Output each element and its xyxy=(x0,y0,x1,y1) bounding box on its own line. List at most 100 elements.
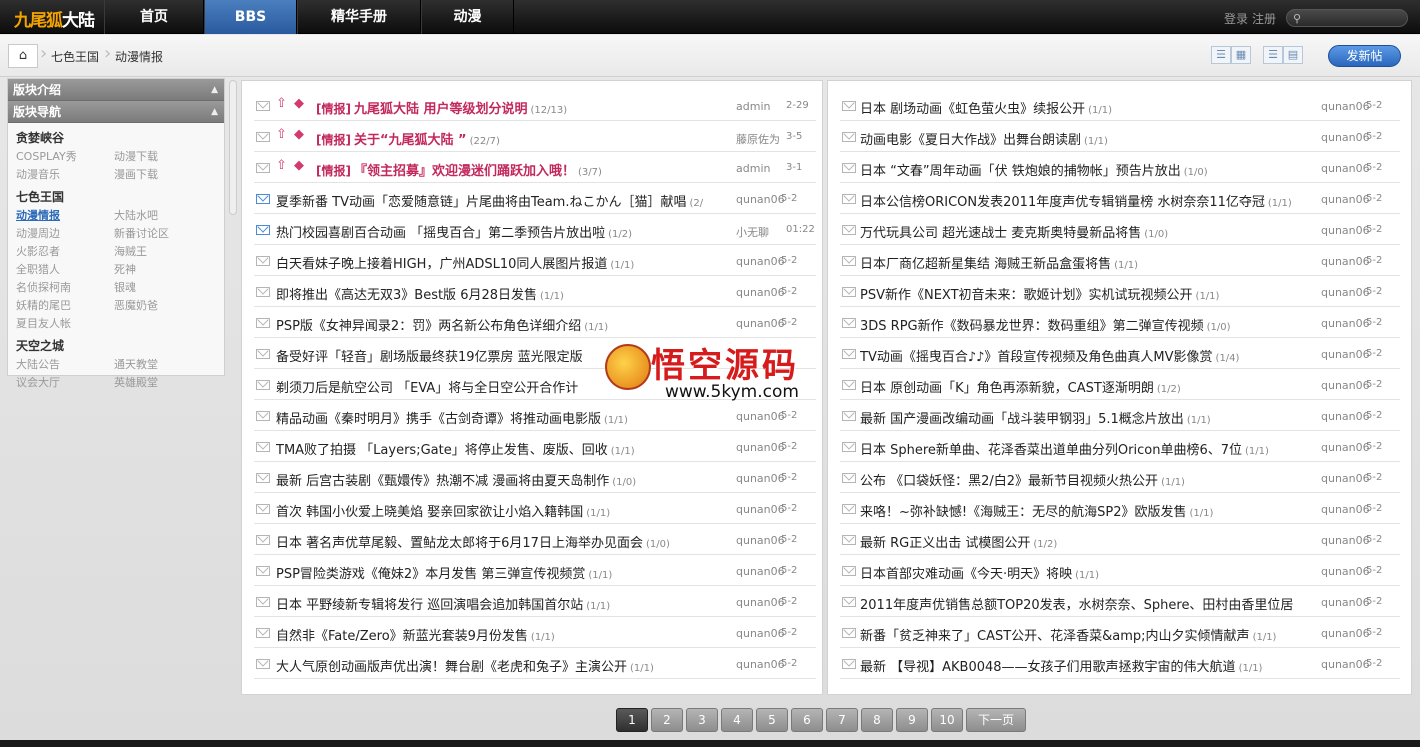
thread-row[interactable]: 即将推出《高达无双3》Best版 6月28日发售 (1/1) qunan06 5-2 xyxy=(254,276,816,307)
thread-title[interactable]: 日本首部灾难动画《今天·明天》将映 (1/1) xyxy=(860,563,1099,582)
thread-title[interactable]: 日本 Sphere新单曲、花泽香菜出道单曲分列Oricon单曲榜6、7位 (1/1… xyxy=(860,439,1269,458)
nav-handbook[interactable]: 精华手册 xyxy=(297,0,421,34)
single-column-icon[interactable]: ☰ xyxy=(1263,46,1283,64)
thread-row[interactable]: 3DS RPG新作《数码暴龙世界：数码重组》第二弹宣传视频 (1/0) qunan0… xyxy=(840,307,1400,338)
breadcrumb-item-board[interactable]: 动漫情报 xyxy=(115,48,163,65)
thread-row[interactable]: 日本 “文春”周年动画「伏 铁炮娘的捕物帐」预告片放出 (1/0) qunan06 5… xyxy=(840,152,1400,183)
thread-author[interactable]: qunan06 xyxy=(1321,658,1370,671)
sidebar-item[interactable]: 妖精的尾巴 xyxy=(16,297,114,313)
thread-author[interactable]: qunan06 xyxy=(736,286,785,299)
thread-title[interactable]: PSP版《女神异闻录2：罚》两名新公布角色详细介绍 (1/1) xyxy=(276,315,608,334)
thread-title[interactable]: 日本 著名声优草尾毅、置鲇龙太郎将于6月17日上海举办见面会 (1/0) xyxy=(276,532,670,551)
sidebar-item[interactable]: 火影忍者 xyxy=(16,243,114,259)
thread-title[interactable]: 精品动画《秦时明月》携手《古剑奇谭》将推动画电影版 (1/1) xyxy=(276,408,628,427)
thread-author[interactable]: qunan06 xyxy=(736,472,785,485)
thread-row[interactable]: 新番「贫乏神来了」CAST公开、花泽香菜&amp;内山夕实倾情献声 (1/1) qu… xyxy=(840,617,1400,648)
thread-author[interactable]: qunan06 xyxy=(1321,131,1370,144)
sidebar-splitter[interactable] xyxy=(229,80,237,215)
thread-author[interactable]: qunan06 xyxy=(736,441,785,454)
collapse-icon[interactable]: ▲ xyxy=(211,79,218,101)
thread-title[interactable]: 最新 【导视】AKB0048——女孩子们用歌声拯救宇宙的伟大航道 (1/1) xyxy=(860,656,1262,675)
page-button[interactable]: 1 xyxy=(616,708,648,732)
thread-title[interactable]: 公布 《口袋妖怪：黑2/白2》最新节目视频火热公开 (1/1) xyxy=(860,470,1185,489)
thread-author[interactable]: qunan06 xyxy=(1321,472,1370,485)
thread-author[interactable]: qunan06 xyxy=(736,317,785,330)
sidebar-item[interactable]: 名侦探柯南 xyxy=(16,279,114,295)
thread-row[interactable]: 最新 国产漫画改编动画「战斗装甲钢羽」5.1概念片放出 (1/1) qunan06 5… xyxy=(840,400,1400,431)
thread-title[interactable]: PSP冒险类游戏《俺妹2》本月发售 第三弹宣传视频赏 (1/1) xyxy=(276,563,612,582)
thread-row[interactable]: 动画电影《夏日大作战》出舞台朗读剧 (1/1) qunan06 5-2 xyxy=(840,121,1400,152)
thread-title[interactable]: [情报] 九尾狐大陆 用户等级划分说明 (12/13) xyxy=(316,98,567,117)
thread-row[interactable]: 首次 韩国小伙爱上晓美焰 娶亲回家欲让小焰入籍韩国 (1/1) qunan06 5-2 xyxy=(254,493,816,524)
sidebar-intro-header[interactable]: 版块介绍 ▲ xyxy=(8,79,224,101)
thread-title[interactable]: [情报] 『领主招募』欢迎漫迷们踊跃加入哦！ (3/7) xyxy=(316,160,602,179)
sidebar-item[interactable]: 死神 xyxy=(114,261,214,277)
new-post-button[interactable]: 发新帖 xyxy=(1328,45,1401,67)
thread-title[interactable]: 最新 后宫古装剧《甄嬛传》热潮不减 漫画将由夏天岛制作 (1/0) xyxy=(276,470,636,489)
sidebar-item[interactable]: 漫画下载 xyxy=(114,166,214,182)
thread-author[interactable]: qunan06 xyxy=(1321,410,1370,423)
thread-author[interactable]: qunan06 xyxy=(1321,441,1370,454)
nav-anime[interactable]: 动漫 xyxy=(421,0,514,34)
thread-title[interactable]: [情报] 关于“九尾狐大陆 ” (22/7) xyxy=(316,129,500,148)
thread-row[interactable]: 白天看妹子晚上接着HIGH，广州ADSL10同人展图片报道 (1/1) qunan0… xyxy=(254,245,816,276)
sidebar-item[interactable]: 海贼王 xyxy=(114,243,214,259)
thread-author[interactable]: 藤原佐为 xyxy=(736,131,780,147)
thread-row[interactable]: PSV新作《NEXT初音未来：歌姬计划》实机试玩视频公开 (1/1) qunan06… xyxy=(840,276,1400,307)
page-button[interactable]: 7 xyxy=(826,708,858,732)
thread-row[interactable]: 2011年度声优销售总额TOP20发表，水树奈奈、Sphere、田村由香里位居 q… xyxy=(840,586,1400,617)
thread-title[interactable]: 热门校园喜剧百合动画 「摇曳百合」第二季预告片放出啦 (1/2) xyxy=(276,222,632,241)
thread-title[interactable]: 日本公信榜ORICON发表2011年度声优专辑销量榜 水树奈奈11亿夺冠 (1/1… xyxy=(860,191,1292,210)
thread-title[interactable]: 自然非《Fate/Zero》新蓝光套装9月份发售 (1/1) xyxy=(276,625,555,644)
thread-row[interactable]: 最新 【导视】AKB0048——女孩子们用歌声拯救宇宙的伟大航道 (1/1) qun… xyxy=(840,648,1400,679)
thread-author[interactable]: 小无聊 xyxy=(736,224,769,240)
sidebar-item[interactable]: 英雄殿堂 xyxy=(114,374,214,390)
thread-title[interactable]: 最新 RG正义出击 试模图公开 (1/2) xyxy=(860,532,1057,551)
thread-author[interactable]: admin xyxy=(736,100,770,113)
thread-row[interactable]: TV动画《摇曳百合♪♪》首段宣传视频及角色曲真人MV影像赏 (1/4) qunan0… xyxy=(840,338,1400,369)
thread-author[interactable]: qunan06 xyxy=(1321,317,1370,330)
thread-author[interactable]: qunan06 xyxy=(1321,255,1370,268)
thread-author[interactable]: qunan06 xyxy=(1321,348,1370,361)
thread-row[interactable]: TMA败了拍摄 「Layers;Gate」将停止发售、废版、回收 (1/1) qun… xyxy=(254,431,816,462)
thread-row[interactable]: 日本厂商亿超新星集结 海贼王新品盒蛋将售 (1/1) qunan06 5-2 xyxy=(840,245,1400,276)
thread-title[interactable]: 最新 国产漫画改编动画「战斗装甲钢羽」5.1概念片放出 (1/1) xyxy=(860,408,1211,427)
thread-row[interactable]: ⇧ ◆ [情报] 『领主招募』欢迎漫迷们踊跃加入哦！ (3/7) admin 3-1 xyxy=(254,152,816,183)
sidebar-item[interactable]: 恶魔奶爸 xyxy=(114,297,214,313)
thread-title[interactable]: 首次 韩国小伙爱上晓美焰 娶亲回家欲让小焰入籍韩国 (1/1) xyxy=(276,501,610,520)
thread-author[interactable]: qunan06 xyxy=(736,503,785,516)
thread-title[interactable]: 日本 剧场动画《虹色萤火虫》续报公开 (1/1) xyxy=(860,98,1112,117)
thread-row[interactable]: 日本 著名声优草尾毅、置鲇龙太郎将于6月17日上海举办见面会 (1/0) qunan… xyxy=(254,524,816,555)
nav-home[interactable]: 首页 xyxy=(104,0,204,34)
sidebar-item[interactable]: 全职猎人 xyxy=(16,261,114,277)
search-input[interactable] xyxy=(1309,11,1401,25)
thread-row[interactable]: PSP版《女神异闻录2：罚》两名新公布角色详细介绍 (1/1) qunan06 5-2 xyxy=(254,307,816,338)
thread-author[interactable]: qunan06 xyxy=(1321,596,1370,609)
sidebar-item-current[interactable]: 动漫情报 xyxy=(16,207,114,223)
thread-author[interactable]: qunan06 xyxy=(1321,224,1370,237)
thread-title[interactable]: 日本 平野绫新专辑将发行 巡回演唱会追加韩国首尔站 (1/1) xyxy=(276,594,610,613)
breadcrumb-item-forum[interactable]: 七色王国 xyxy=(51,48,99,65)
thread-title[interactable]: 夏季新番 TV动画「恋爱随意链」片尾曲将由Team.ねこかん［猫］献唱 (2/ xyxy=(276,191,703,210)
thread-title[interactable]: 日本 “文春”周年动画「伏 铁炮娘的捕物帐」预告片放出 (1/0) xyxy=(860,160,1208,179)
thread-author[interactable]: qunan06 xyxy=(736,658,785,671)
sidebar-item[interactable]: 动漫下载 xyxy=(114,148,214,164)
sidebar-item[interactable]: 动漫音乐 xyxy=(16,166,114,182)
site-logo[interactable]: 九尾狐大陆 xyxy=(14,6,95,31)
home-icon[interactable]: ⌂ xyxy=(8,44,38,68)
thread-author[interactable]: admin xyxy=(736,162,770,175)
page-button[interactable]: 2 xyxy=(651,708,683,732)
thread-title[interactable]: TV动画《摇曳百合♪♪》首段宣传视频及角色曲真人MV影像赏 (1/4) xyxy=(860,346,1239,365)
thread-row[interactable]: 万代玩具公司 超光速战士 麦克斯奥特曼新品将售 (1/0) qunan06 5-2 xyxy=(840,214,1400,245)
thread-title[interactable]: 来咯！~弥补缺憾!《海贼王：无尽的航海SP2》欧版发售 (1/1) xyxy=(860,501,1213,520)
thread-title[interactable]: 2011年度声优销售总额TOP20发表，水树奈奈、Sphere、田村由香里位居 xyxy=(860,594,1293,613)
login-link[interactable]: 登录 xyxy=(1224,12,1248,26)
sidebar-item[interactable]: 动漫周边 xyxy=(16,225,114,241)
next-page-button[interactable]: 下一页 xyxy=(966,708,1026,732)
sidebar-item[interactable]: 议会大厅 xyxy=(16,374,114,390)
thread-author[interactable]: qunan06 xyxy=(736,565,785,578)
thread-row[interactable]: 自然非《Fate/Zero》新蓝光套装9月份发售 (1/1) qunan06 5-2 xyxy=(254,617,816,648)
thread-title[interactable]: TMA败了拍摄 「Layers;Gate」将停止发售、废版、回收 (1/1) xyxy=(276,439,635,458)
thread-row[interactable]: 大人气原创动画版声优出演！舞台剧《老虎和兔子》主演公开 (1/1) qunan06 5… xyxy=(254,648,816,679)
thread-author[interactable]: qunan06 xyxy=(736,627,785,640)
